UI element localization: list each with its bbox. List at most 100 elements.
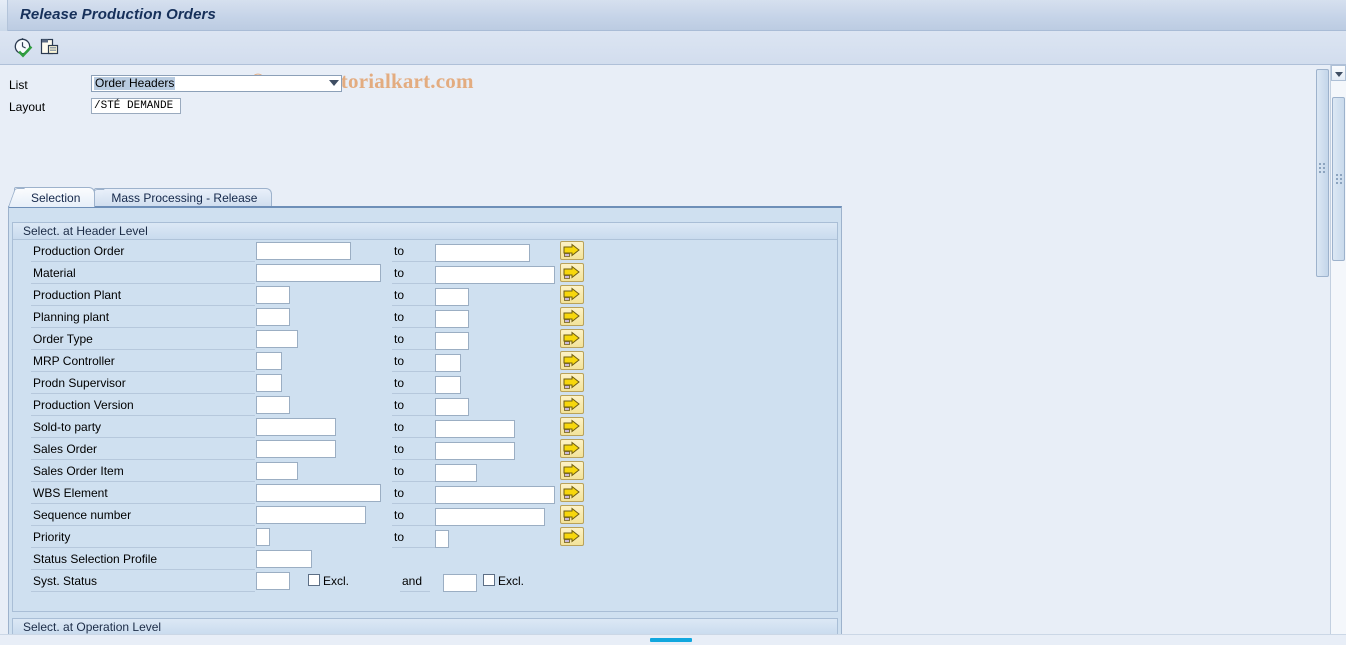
field-label: Production Order xyxy=(33,244,125,258)
field-label: MRP Controller xyxy=(33,354,115,368)
field-label: Sales Order Item xyxy=(33,464,124,478)
multiple-selection-arrow-button[interactable] xyxy=(560,417,584,436)
multiple-selection-arrow-button[interactable] xyxy=(560,461,584,480)
field-input-to[interactable] xyxy=(435,530,449,548)
application-toolbar: © www.tutorialkart.com xyxy=(0,31,1346,93)
to-label: to xyxy=(394,420,405,434)
field-row: Sales Order Item to xyxy=(13,460,837,482)
field-input-from[interactable] xyxy=(256,308,290,326)
field-row: Material to xyxy=(13,262,837,284)
field-input-from[interactable] xyxy=(256,418,336,436)
outer-vertical-scrollbar[interactable] xyxy=(1330,65,1346,635)
list-label: List xyxy=(9,78,28,92)
field-row: Planning plant to xyxy=(13,306,837,328)
scroll-down-arrow-button[interactable] xyxy=(1331,65,1346,81)
field-row: Prodn Supervisor to xyxy=(13,372,837,394)
field-input-from[interactable] xyxy=(256,264,381,282)
to-label: to xyxy=(394,464,405,478)
multiple-selection-arrow-button[interactable] xyxy=(560,439,584,458)
list-dropdown-value: Order Headers xyxy=(94,76,176,90)
status-selection-profile-input[interactable] xyxy=(256,550,312,568)
field-input-from[interactable] xyxy=(256,330,298,348)
field-label: Production Plant xyxy=(33,288,122,302)
field-label: Production Version xyxy=(33,398,134,412)
to-label: to xyxy=(394,288,405,302)
triangle-down-icon xyxy=(1335,72,1343,77)
field-input-from[interactable] xyxy=(256,396,290,414)
inner-scrollbar-grip-icon xyxy=(1319,163,1325,173)
syst-status-input-2[interactable] xyxy=(443,574,477,592)
tab-strip: Selection Mass Processing - Release xyxy=(14,187,273,207)
multiple-selection-arrow-button[interactable] xyxy=(560,329,584,348)
field-input-to[interactable] xyxy=(435,420,515,438)
scrollbar-grip-icon xyxy=(1336,174,1342,184)
layout-label: Layout xyxy=(9,100,46,114)
multiple-selection-arrow-button[interactable] xyxy=(560,263,584,282)
field-input-from[interactable] xyxy=(256,440,336,458)
chevron-down-icon xyxy=(329,80,339,86)
tab-selection[interactable]: Selection xyxy=(14,187,96,207)
field-input-to[interactable] xyxy=(435,288,469,306)
multiple-selection-arrow-button[interactable] xyxy=(560,373,584,392)
field-input-from[interactable] xyxy=(256,286,290,304)
field-row: Sequence number to xyxy=(13,504,837,526)
tab-mass-processing-release-label: Mass Processing - Release xyxy=(111,191,258,205)
field-input-to[interactable] xyxy=(435,266,555,284)
field-label: Sales Order xyxy=(33,442,98,456)
field-label: Priority xyxy=(33,530,71,544)
field-row: Sold-to party to xyxy=(13,416,837,438)
multiple-selection-arrow-button[interactable] xyxy=(560,307,584,326)
tab-selection-label: Selection xyxy=(31,191,81,205)
syst-status-input-1[interactable] xyxy=(256,572,290,590)
field-input-from[interactable] xyxy=(256,352,282,370)
to-label: to xyxy=(394,508,405,522)
to-label: to xyxy=(394,442,405,456)
field-input-from[interactable] xyxy=(256,528,270,546)
syst-status-row: Syst. Status Excl. and Excl. xyxy=(13,570,837,592)
field-label: Material xyxy=(33,266,76,280)
inner-vertical-scrollbar[interactable] xyxy=(1316,65,1330,635)
multiple-selection-arrow-button[interactable] xyxy=(560,351,584,370)
field-label: Prodn Supervisor xyxy=(33,376,126,390)
multiple-selection-arrow-button[interactable] xyxy=(560,505,584,524)
field-input-from[interactable] xyxy=(256,506,366,524)
field-input-from[interactable] xyxy=(256,462,298,480)
field-row: Order Type to xyxy=(13,328,837,350)
to-label: to xyxy=(394,376,405,390)
multiple-selection-arrow-button[interactable] xyxy=(560,483,584,502)
field-row: Production Version to xyxy=(13,394,837,416)
field-input-to[interactable] xyxy=(435,310,469,328)
multiple-selection-arrow-button[interactable] xyxy=(560,241,584,260)
and-label: and xyxy=(402,574,423,588)
field-input-to[interactable] xyxy=(435,244,530,262)
multiple-selection-copy-icon[interactable] xyxy=(39,37,61,59)
field-input-from[interactable] xyxy=(256,242,351,260)
field-label: Sequence number xyxy=(33,508,132,522)
layout-input[interactable]: /STÉ DEMANDE xyxy=(91,98,181,114)
tab-mass-processing-release[interactable]: Mass Processing - Release xyxy=(94,188,273,207)
field-input-from[interactable] xyxy=(256,484,381,502)
syst-status-excl-checkbox-2[interactable] xyxy=(483,574,495,586)
field-input-to[interactable] xyxy=(435,354,461,372)
syst-status-excl-checkbox-1[interactable] xyxy=(308,574,320,586)
outer-scrollbar-thumb[interactable] xyxy=(1332,97,1345,261)
title-bar-left-edge xyxy=(0,0,8,31)
multiple-selection-arrow-button[interactable] xyxy=(560,395,584,414)
field-label-underline xyxy=(31,591,255,592)
multiple-selection-arrow-button[interactable] xyxy=(560,285,584,304)
list-dropdown[interactable]: Order Headers xyxy=(91,75,342,92)
multiple-selection-arrow-button[interactable] xyxy=(560,527,584,546)
field-row: WBS Element to xyxy=(13,482,837,504)
execute-clock-check-icon[interactable] xyxy=(13,37,35,59)
and-label-underline xyxy=(400,591,430,592)
field-input-to[interactable] xyxy=(435,398,469,416)
field-input-to[interactable] xyxy=(435,508,545,526)
inner-scrollbar-thumb[interactable] xyxy=(1316,69,1329,277)
field-row: Priority to xyxy=(13,526,837,548)
field-input-to[interactable] xyxy=(435,464,477,482)
field-input-to[interactable] xyxy=(435,442,515,460)
field-input-to[interactable] xyxy=(435,376,461,394)
field-input-to[interactable] xyxy=(435,486,555,504)
field-input-to[interactable] xyxy=(435,332,469,350)
field-input-from[interactable] xyxy=(256,374,282,392)
